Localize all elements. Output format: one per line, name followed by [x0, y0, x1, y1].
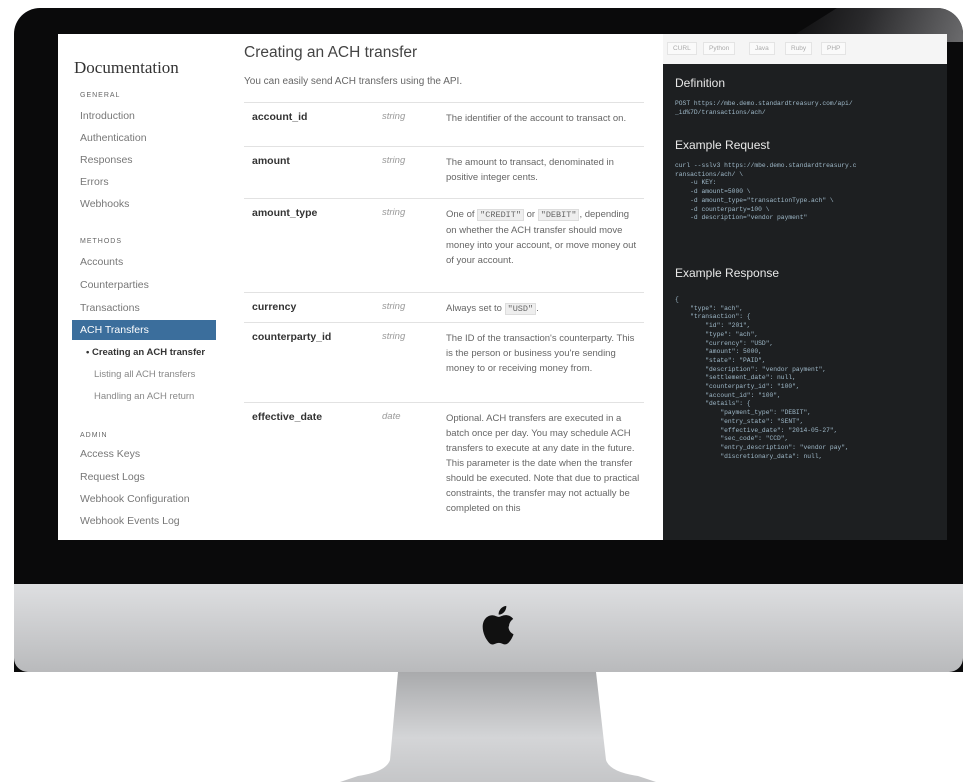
apple-logo-icon: [482, 605, 514, 645]
section-admin: ADMIN: [80, 432, 108, 439]
sidebar-item-introduction[interactable]: Introduction: [80, 110, 135, 122]
sidebar-item-ach-transfers[interactable]: ACH Transfers: [72, 320, 216, 340]
param-type: string: [382, 207, 406, 218]
param-name: amount: [252, 155, 290, 167]
desc-text: .: [536, 303, 539, 314]
definition-heading: Definition: [675, 76, 726, 90]
tab-java[interactable]: Java: [749, 42, 775, 55]
sidebar-nav: Documentation GENERAL Introduction Authe…: [58, 34, 226, 540]
sidebar-item-webhook-events-log[interactable]: Webhook Events Log: [80, 515, 180, 527]
param-row: amount string The amount to transact, de…: [244, 146, 644, 199]
example-request-code: curl --sslv3 https://mbe.demo.standardtr…: [675, 162, 857, 222]
param-name: effective_date: [252, 411, 323, 423]
param-row: effective_date date Optional. ACH transf…: [244, 402, 644, 540]
param-description: One of "CREDIT" or "DEBIT", depending on…: [446, 207, 642, 268]
sidebar-item-request-logs[interactable]: Request Logs: [80, 471, 145, 483]
example-request-heading: Example Request: [675, 138, 770, 152]
main-content: Creating an ACH transfer You can easily …: [226, 34, 663, 540]
example-response-heading: Example Response: [675, 266, 780, 280]
param-name: account_id: [252, 111, 308, 123]
param-description: Optional. ACH transfers are executed in …: [446, 413, 640, 514]
inline-code: "DEBIT": [537, 209, 580, 221]
sidebar-title: Documentation: [74, 58, 179, 77]
tab-ruby[interactable]: Ruby: [785, 42, 813, 55]
desc-text: or: [523, 209, 538, 220]
page-intro: You can easily send ACH transfers using …: [244, 76, 463, 87]
screen: Documentation GENERAL Introduction Authe…: [58, 34, 947, 540]
inline-code: "USD": [504, 303, 537, 315]
param-name: counterparty_id: [252, 331, 332, 343]
sidebar-item-errors[interactable]: Errors: [80, 176, 109, 188]
param-row: counterparty_id string The ID of the tra…: [244, 322, 644, 403]
section-general: GENERAL: [80, 92, 121, 99]
sidebar-item-responses[interactable]: Responses: [80, 154, 133, 166]
param-row: currency string Always set to "USD".: [244, 292, 644, 323]
desc-text: Always set to: [446, 303, 505, 314]
definition-code: POST https://mbe.demo.standardtreasury.c…: [675, 100, 853, 116]
monitor-stand: [340, 672, 656, 782]
code-panel: CURL Python Java Ruby PHP Definition POS…: [663, 34, 947, 540]
sidebar-item-webhooks[interactable]: Webhooks: [80, 198, 129, 210]
desc-text: One of: [446, 209, 478, 220]
sidebar-subitem-listing-ach[interactable]: Listing all ACH transfers: [94, 369, 195, 380]
inline-code: "CREDIT": [477, 209, 524, 221]
param-type: string: [382, 155, 406, 166]
param-description: The identifier of the account to transac…: [446, 113, 627, 124]
param-description: The amount to transact, denominated in p…: [446, 157, 614, 183]
param-type: date: [382, 411, 401, 422]
sidebar-item-access-keys[interactable]: Access Keys: [80, 448, 140, 460]
sidebar-item-authentication[interactable]: Authentication: [80, 132, 147, 144]
param-type: string: [382, 111, 406, 122]
example-response-code: { "type": "ach", "transaction": { "id": …: [675, 296, 849, 460]
sidebar-subitem-creating-ach[interactable]: • Creating an ACH transfer: [86, 347, 205, 358]
param-type: string: [382, 301, 406, 312]
tab-python[interactable]: Python: [703, 42, 736, 55]
param-name: amount_type: [252, 207, 318, 219]
language-tabs: CURL Python Java Ruby PHP: [663, 34, 947, 64]
sidebar-item-counterparties[interactable]: Counterparties: [80, 279, 149, 291]
param-row: account_id string The identifier of the …: [244, 102, 644, 147]
tab-php[interactable]: PHP: [821, 42, 847, 55]
param-type: string: [382, 331, 406, 342]
section-methods: METHODS: [80, 238, 122, 245]
param-row: amount_type string One of "CREDIT" or "D…: [244, 198, 644, 293]
param-description: Always set to "USD".: [446, 301, 642, 317]
param-name: currency: [252, 301, 297, 313]
sidebar-item-webhook-configuration[interactable]: Webhook Configuration: [80, 493, 190, 505]
tab-curl[interactable]: CURL: [667, 42, 697, 55]
param-description: The ID of the transaction's counterparty…: [446, 333, 635, 374]
sidebar-item-accounts[interactable]: Accounts: [80, 256, 123, 268]
sidebar-subitem-ach-return[interactable]: Handling an ACH return: [94, 391, 194, 402]
sidebar-item-transactions[interactable]: Transactions: [80, 302, 140, 314]
page-title: Creating an ACH transfer: [244, 44, 418, 61]
